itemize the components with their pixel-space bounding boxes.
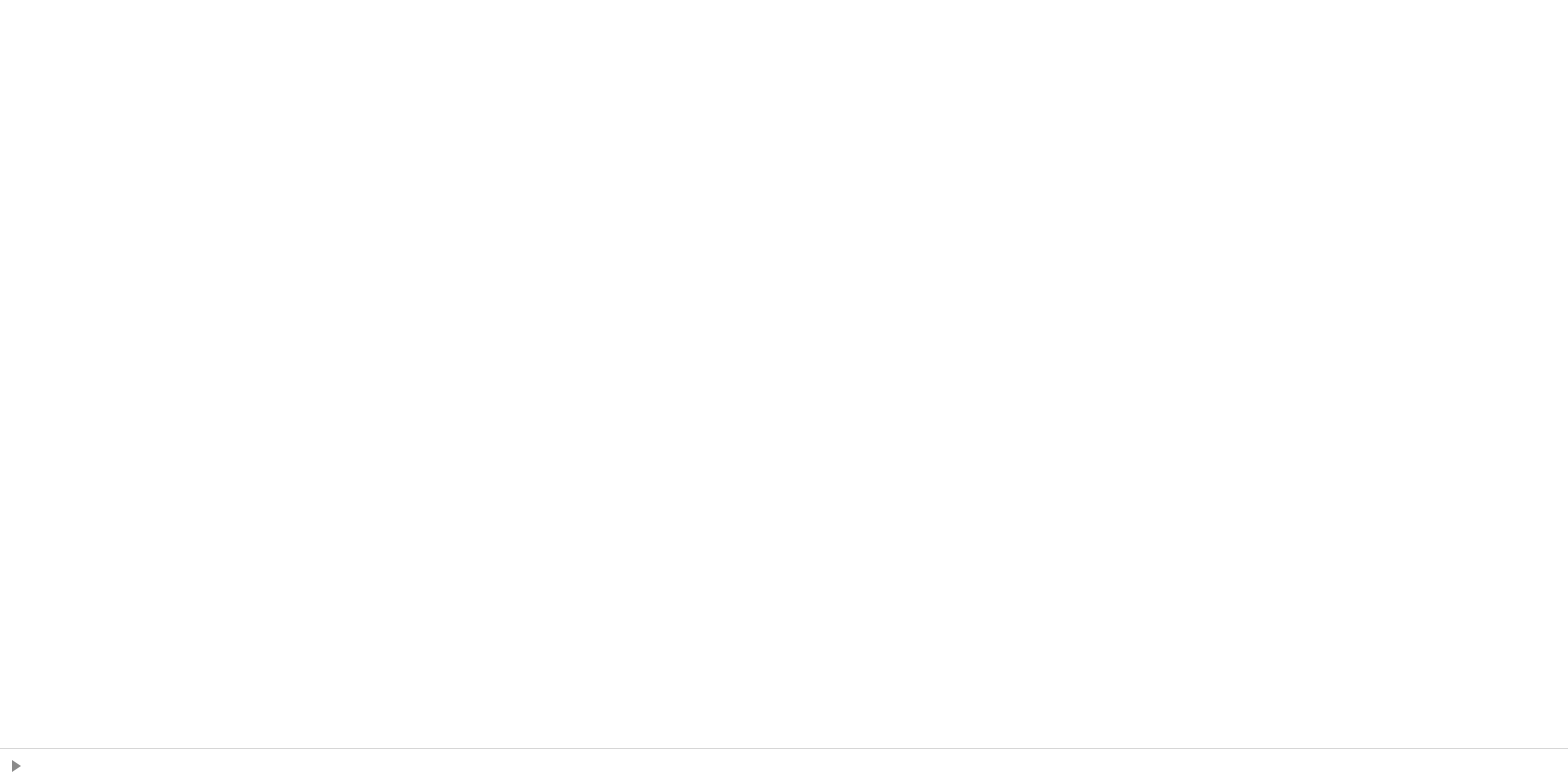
worksheet-canvas [0, 0, 1568, 748]
add-sheet-button[interactable] [32, 755, 66, 782]
tab-nav-button[interactable] [0, 749, 32, 782]
notes-column [585, 66, 735, 75]
sheet-tab-bar [0, 748, 1568, 782]
triangle-right-icon [11, 759, 21, 772]
